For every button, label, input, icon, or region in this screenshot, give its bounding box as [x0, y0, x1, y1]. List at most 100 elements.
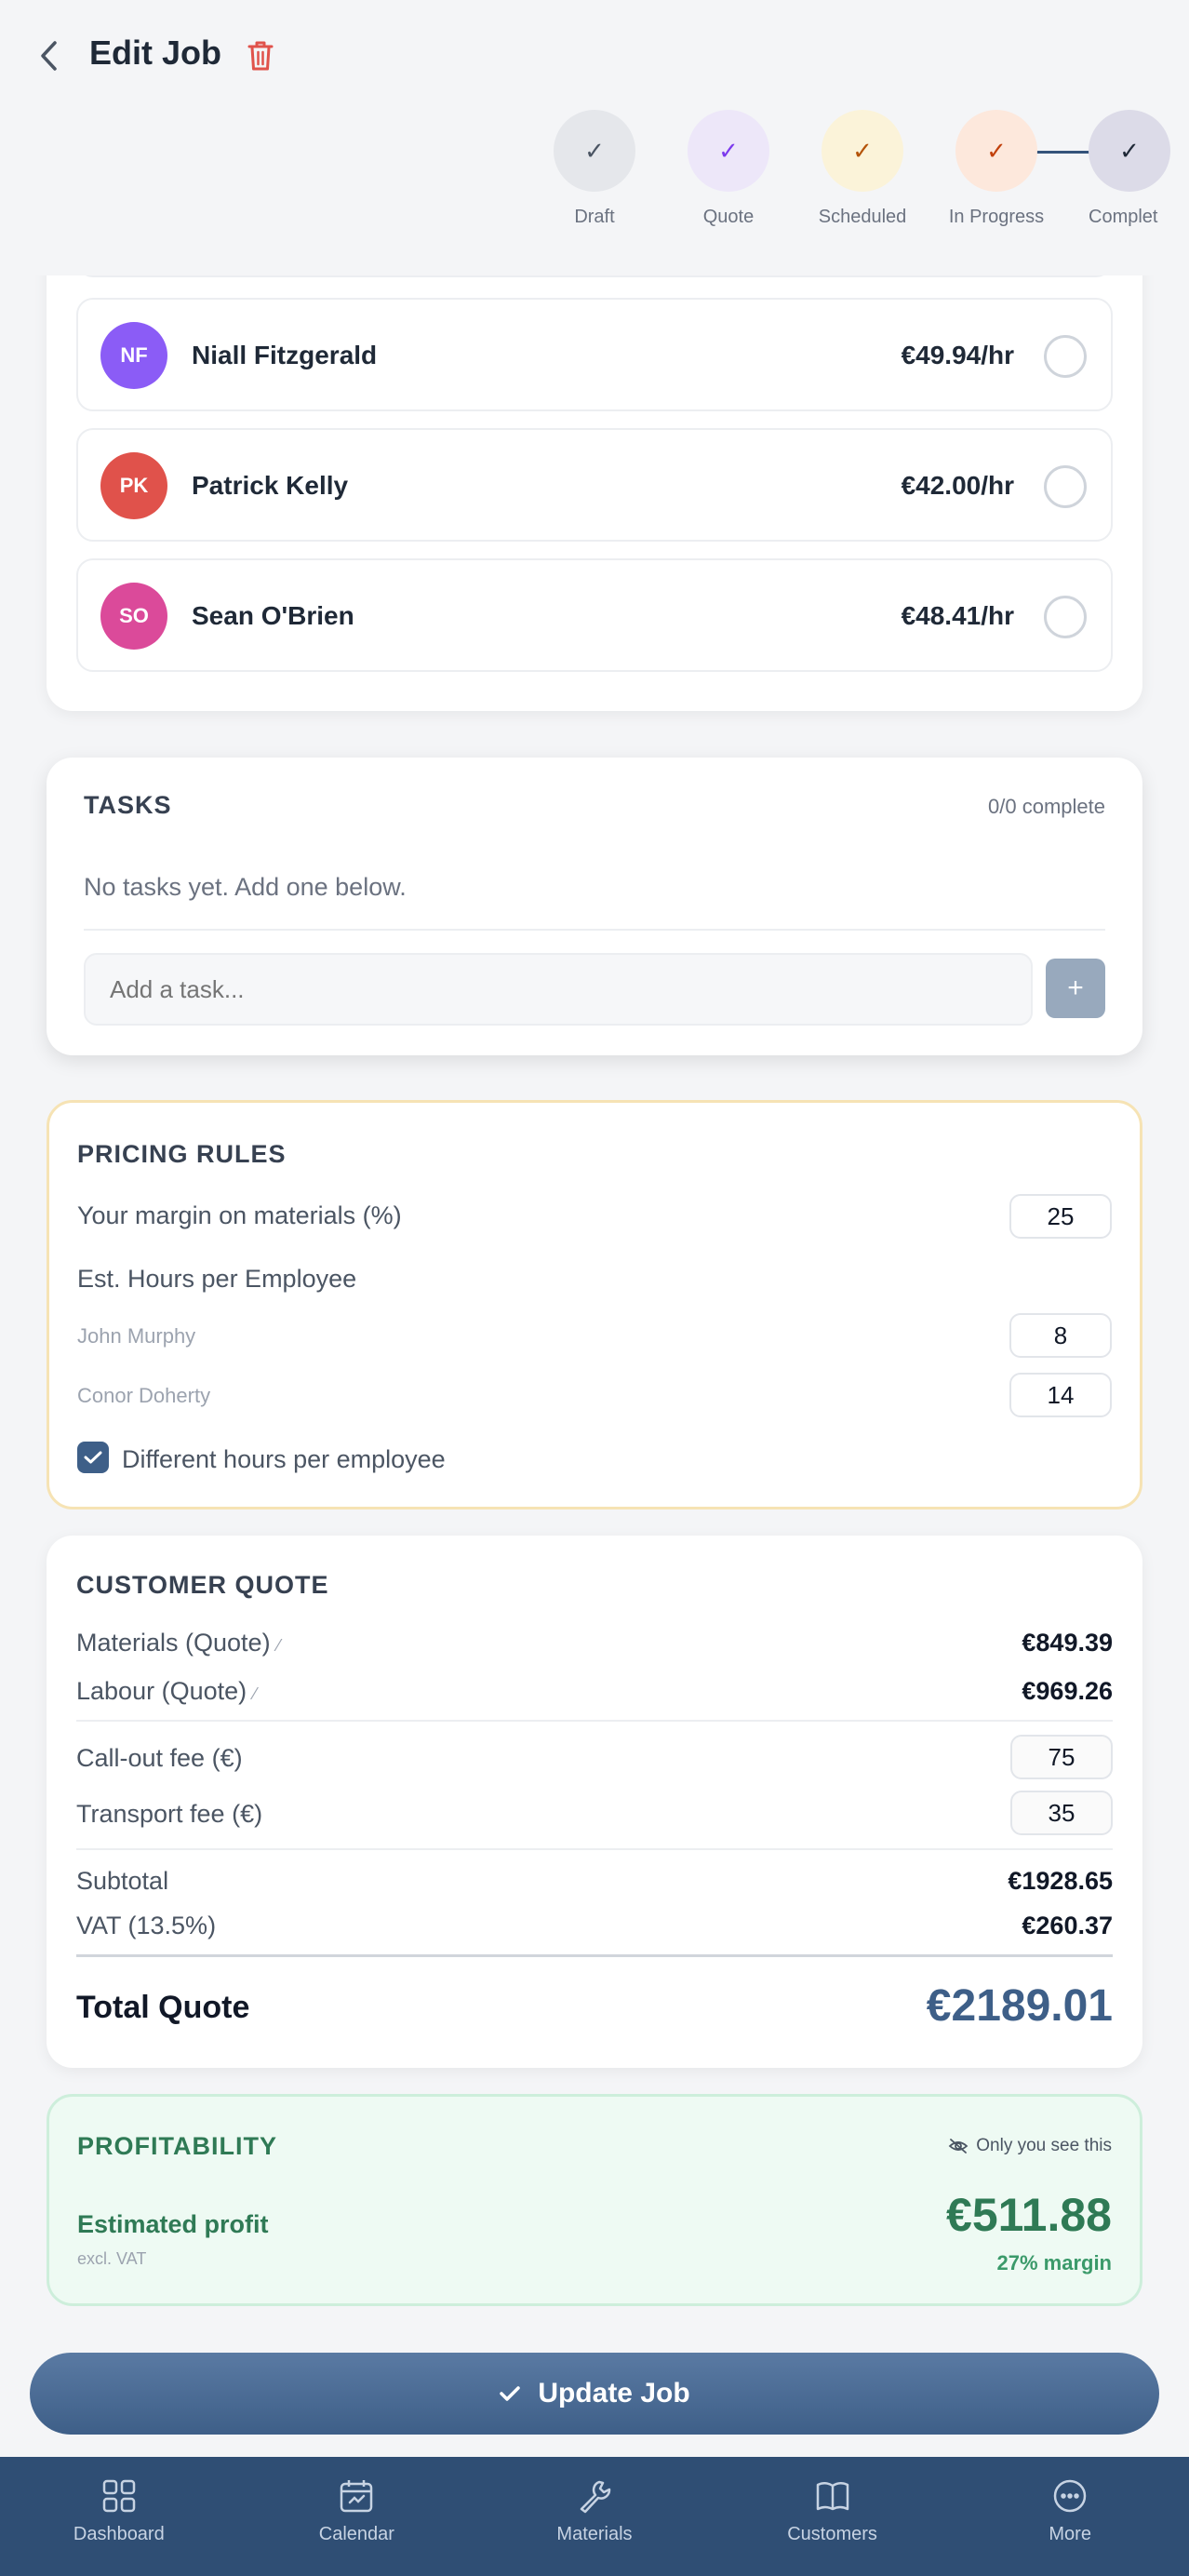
tab-more[interactable]: More — [951, 2457, 1189, 2576]
step-label: Draft — [574, 207, 615, 227]
employee-row[interactable]: SO Sean O'Brien €48.41/hr — [76, 558, 1113, 672]
section-title: PROFITABILITY — [77, 2132, 277, 2160]
step-scheduled[interactable]: ✓ Scheduled — [802, 110, 923, 228]
private-note-text: Only you see this — [976, 2136, 1112, 2155]
employee-row[interactable]: NF Niall Fitzgerald €49.94/hr — [76, 298, 1113, 411]
estimated-profit-label: Estimated profit — [77, 2210, 269, 2238]
step-circle: ✓ — [955, 110, 1037, 192]
employee-rate: €48.41/hr — [901, 601, 1014, 630]
book-icon — [816, 2482, 848, 2511]
vat-label: VAT (13.5%) — [76, 1912, 217, 1939]
step-complete[interactable]: ✓ Complet — [1070, 110, 1189, 228]
plus-icon: + — [1067, 973, 1084, 1003]
tab-label: Customers — [787, 2524, 877, 2544]
step-label: In Progress — [948, 207, 1045, 227]
edit-icon[interactable]: ⁄ — [277, 1636, 280, 1655]
hours-input[interactable]: 8 — [1009, 1313, 1112, 1358]
hours-input[interactable]: 14 — [1009, 1373, 1112, 1417]
tab-label: More — [1049, 2524, 1091, 2544]
section-title: PRICING RULES — [77, 1140, 287, 1168]
back-button[interactable] — [30, 37, 67, 74]
check-icon: ✓ — [718, 136, 739, 165]
divider — [76, 1720, 1113, 1722]
pricing-rules-card: PRICING RULES Your margin on materials (… — [47, 1100, 1142, 1509]
transport-fee-label: Transport fee (€) — [76, 1800, 263, 1828]
check-icon: ✓ — [986, 136, 1007, 165]
trash-icon — [247, 41, 274, 71]
employee-name: Sean O'Brien — [192, 601, 354, 630]
tab-customers[interactable]: Customers — [714, 2457, 952, 2576]
employee-hours-name: John Murphy — [77, 1324, 196, 1348]
checkmark-icon — [84, 1451, 102, 1464]
customer-quote-card: CUSTOMER QUOTE Materials (Quote) ⁄ €849.… — [47, 1536, 1142, 2068]
eye-off-icon — [948, 2139, 969, 2153]
step-circle: ✓ — [1089, 110, 1170, 192]
step-quote[interactable]: ✓ Quote — [668, 110, 789, 228]
step-label: Scheduled — [818, 207, 907, 227]
tasks-empty-text: No tasks yet. Add one below. — [84, 873, 407, 901]
tab-dashboard[interactable]: Dashboard — [0, 2457, 238, 2576]
vat-value: €260.37 — [1022, 1912, 1113, 1939]
section-title: TASKS — [84, 791, 172, 819]
hours-label: Est. Hours per Employee — [77, 1265, 357, 1293]
add-task-input[interactable] — [84, 953, 1033, 1026]
total-quote-label: Total Quote — [76, 1990, 250, 2025]
step-in-progress[interactable]: ✓ In Progress — [936, 110, 1057, 228]
employee-name: Niall Fitzgerald — [192, 341, 378, 369]
avatar: SO — [100, 583, 167, 650]
bottom-tab-bar: Dashboard Calendar Materials Customers M… — [0, 2457, 1189, 2576]
materials-label: Materials (Quote) ⁄ — [76, 1629, 280, 1657]
section-title: CUSTOMER QUOTE — [76, 1571, 329, 1599]
subtotal-label: Subtotal — [76, 1867, 169, 1895]
tab-label: Calendar — [318, 2524, 394, 2544]
tab-calendar[interactable]: Calendar — [238, 2457, 476, 2576]
employee-name: Patrick Kelly — [192, 471, 349, 500]
tasks-progress: 0/0 complete — [988, 795, 1105, 818]
profit-margin: 27% margin — [996, 2251, 1113, 2274]
calendar-icon — [341, 2480, 373, 2513]
tasks-card: TASKS 0/0 complete No tasks yet. Add one… — [47, 758, 1142, 1055]
divider — [76, 1848, 1113, 1850]
employee-rate: €49.94/hr — [901, 341, 1014, 369]
update-job-button[interactable]: Update Job — [30, 2353, 1159, 2435]
callout-fee-input[interactable]: 75 — [1010, 1735, 1113, 1779]
total-quote-value: €2189.01 — [926, 1981, 1113, 2031]
employee-rate: €42.00/hr — [901, 471, 1014, 500]
callout-fee-label: Call-out fee (€) — [76, 1744, 243, 1772]
employee-hours-name: Conor Doherty — [77, 1384, 211, 1407]
step-label: Complet — [1089, 207, 1158, 227]
profitability-card: PROFITABILITY Only you see this Estimate… — [47, 2094, 1142, 2306]
wrench-icon — [580, 2480, 611, 2514]
estimated-profit-value: €511.88 — [946, 2189, 1112, 2241]
margin-input[interactable]: 25 — [1009, 1194, 1112, 1239]
private-note: Only you see this — [948, 2136, 1112, 2156]
employee-select-radio[interactable] — [1044, 465, 1087, 508]
tab-materials[interactable]: Materials — [475, 2457, 714, 2576]
chevron-left-icon — [41, 41, 57, 71]
page-title: Edit Job — [89, 34, 221, 72]
labour-value: €969.26 — [1022, 1677, 1113, 1705]
different-hours-checkbox[interactable] — [77, 1442, 109, 1473]
more-icon — [1053, 2479, 1087, 2513]
subtotal-value: €1928.65 — [1008, 1867, 1113, 1895]
divider — [84, 929, 1105, 931]
employee-select-radio[interactable] — [1044, 596, 1087, 638]
employee-row[interactable]: PK Patrick Kelly €42.00/hr — [76, 428, 1113, 542]
step-circle: ✓ — [688, 110, 769, 192]
check-icon: ✓ — [584, 136, 605, 165]
checkmark-icon — [500, 2386, 521, 2401]
divider — [76, 1954, 1113, 1957]
update-job-label: Update Job — [538, 2378, 690, 2408]
transport-fee-input[interactable]: 35 — [1010, 1791, 1113, 1835]
step-draft[interactable]: ✓ Draft — [534, 110, 655, 228]
add-task-button[interactable]: + — [1046, 959, 1105, 1018]
edit-icon[interactable]: ⁄ — [254, 1684, 257, 1703]
status-stepper: ✓ Draft ✓ Quote ✓ Scheduled ✓ In Progres… — [0, 110, 1189, 231]
materials-value: €849.39 — [1022, 1629, 1113, 1657]
delete-job-button[interactable] — [244, 37, 277, 74]
tab-label: Dashboard — [73, 2524, 165, 2544]
employee-select-radio[interactable] — [1044, 335, 1087, 378]
step-label: Quote — [702, 207, 755, 227]
step-circle: ✓ — [554, 110, 635, 192]
labour-label-text: Labour (Quote) — [76, 1677, 247, 1705]
